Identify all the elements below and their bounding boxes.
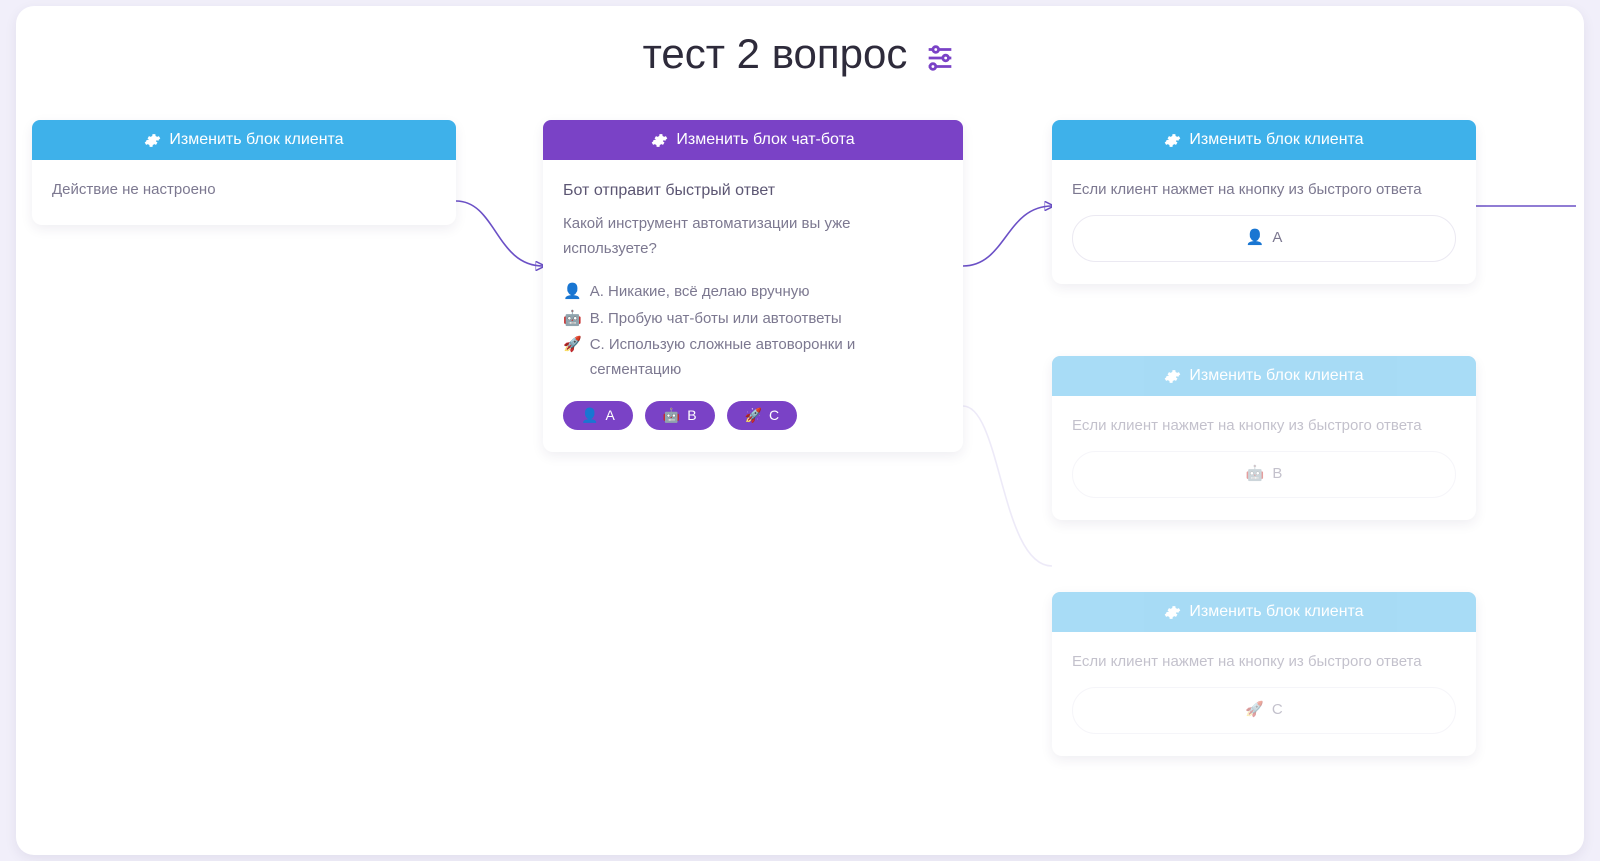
block-body-text: Если клиент нажмет на кнопку из быстрого…: [1072, 181, 1422, 198]
block-header-label: Изменить блок клиента: [1189, 367, 1363, 385]
client-block-c[interactable]: Изменить блок клиента Если клиент нажмет…: [1052, 592, 1476, 756]
bot-option: 🚀 C. Использую сложные автоворонки и сег…: [563, 333, 943, 383]
quick-reply-pill-b[interactable]: 🤖 B: [645, 401, 715, 430]
gear-icon: [144, 132, 161, 149]
answer-pill-label: B: [1272, 462, 1282, 487]
block-body: Бот отправит быстрый ответ Какой инструм…: [543, 160, 963, 452]
person-icon: 👤: [1246, 226, 1265, 251]
block-header-label: Изменить блок чат-бота: [676, 131, 854, 149]
person-icon: 👤: [563, 280, 582, 305]
gear-icon: [651, 132, 668, 149]
page-title: тест 2 вопрос: [643, 30, 908, 78]
block-header-label: Изменить блок клиента: [1189, 603, 1363, 621]
pill-label: C: [769, 407, 779, 423]
block-header-label: Изменить блок клиента: [1189, 131, 1363, 149]
client-block-a[interactable]: Изменить блок клиента Если клиент нажмет…: [1052, 120, 1476, 284]
answer-pill-label: A: [1272, 226, 1282, 251]
rocket-icon: 🚀: [1245, 698, 1264, 723]
block-body: Если клиент нажмет на кнопку из быстрого…: [1052, 160, 1476, 284]
block-header[interactable]: Изменить блок клиента: [1052, 120, 1476, 160]
quick-reply-pill-a[interactable]: 👤 A: [563, 401, 633, 430]
block-header[interactable]: Изменить блок клиента: [32, 120, 456, 160]
rocket-icon: 🚀: [563, 333, 582, 358]
block-body: Если клиент нажмет на кнопку из быстрого…: [1052, 632, 1476, 756]
answer-pill[interactable]: 👤 A: [1072, 215, 1456, 262]
block-header[interactable]: Изменить блок клиента: [1052, 592, 1476, 632]
block-body-text: Если клиент нажмет на кнопку из быстрого…: [1072, 653, 1422, 670]
answer-pill[interactable]: 🤖 B: [1072, 451, 1456, 498]
robot-icon: 🤖: [1246, 462, 1265, 487]
bot-option: 👤 A. Никакие, всё делаю вручную: [563, 280, 943, 305]
flow-canvas[interactable]: тест 2 вопрос Изменить блок клиента Дейс…: [16, 6, 1584, 855]
bot-option: 🤖 B. Пробую чат-боты или автоответы: [563, 307, 943, 332]
bot-option-text: C. Использую сложные автоворонки и сегме…: [590, 333, 943, 383]
gear-icon: [1164, 132, 1181, 149]
quick-reply-pills: 👤 A 🤖 B 🚀 C: [563, 401, 943, 430]
rocket-icon: 🚀: [745, 407, 762, 424]
bot-heading: Бот отправит быстрый ответ: [563, 178, 943, 204]
client-block-start[interactable]: Изменить блок клиента Действие не настро…: [32, 120, 456, 225]
quick-reply-pill-c[interactable]: 🚀 C: [727, 401, 798, 430]
block-body: Если клиент нажмет на кнопку из быстрого…: [1052, 396, 1476, 520]
answer-pill[interactable]: 🚀 C: [1072, 687, 1456, 734]
answer-pill-label: C: [1272, 698, 1283, 723]
bot-option-text: A. Никакие, всё делаю вручную: [590, 280, 810, 305]
gear-icon: [1164, 368, 1181, 385]
robot-icon: 🤖: [563, 307, 582, 332]
gear-icon: [1164, 604, 1181, 621]
bot-option-text: B. Пробую чат-боты или автоответы: [590, 307, 842, 332]
block-header-label: Изменить блок клиента: [169, 131, 343, 149]
client-block-b[interactable]: Изменить блок клиента Если клиент нажмет…: [1052, 356, 1476, 520]
page-title-row: тест 2 вопрос: [16, 30, 1584, 78]
pill-label: A: [605, 407, 614, 423]
block-body-text: Если клиент нажмет на кнопку из быстрого…: [1072, 417, 1422, 434]
block-body: Действие не настроено: [32, 160, 456, 225]
sliders-icon[interactable]: [923, 37, 957, 71]
bot-question: Какой инструмент автоматизации вы уже ис…: [563, 212, 943, 262]
block-header[interactable]: Изменить блок клиента: [1052, 356, 1476, 396]
person-icon: 👤: [581, 407, 598, 424]
robot-icon: 🤖: [663, 407, 680, 424]
chatbot-block[interactable]: Изменить блок чат-бота Бот отправит быст…: [543, 120, 963, 452]
pill-label: B: [687, 407, 696, 423]
block-header[interactable]: Изменить блок чат-бота: [543, 120, 963, 160]
block-body-text: Действие не настроено: [52, 181, 216, 198]
